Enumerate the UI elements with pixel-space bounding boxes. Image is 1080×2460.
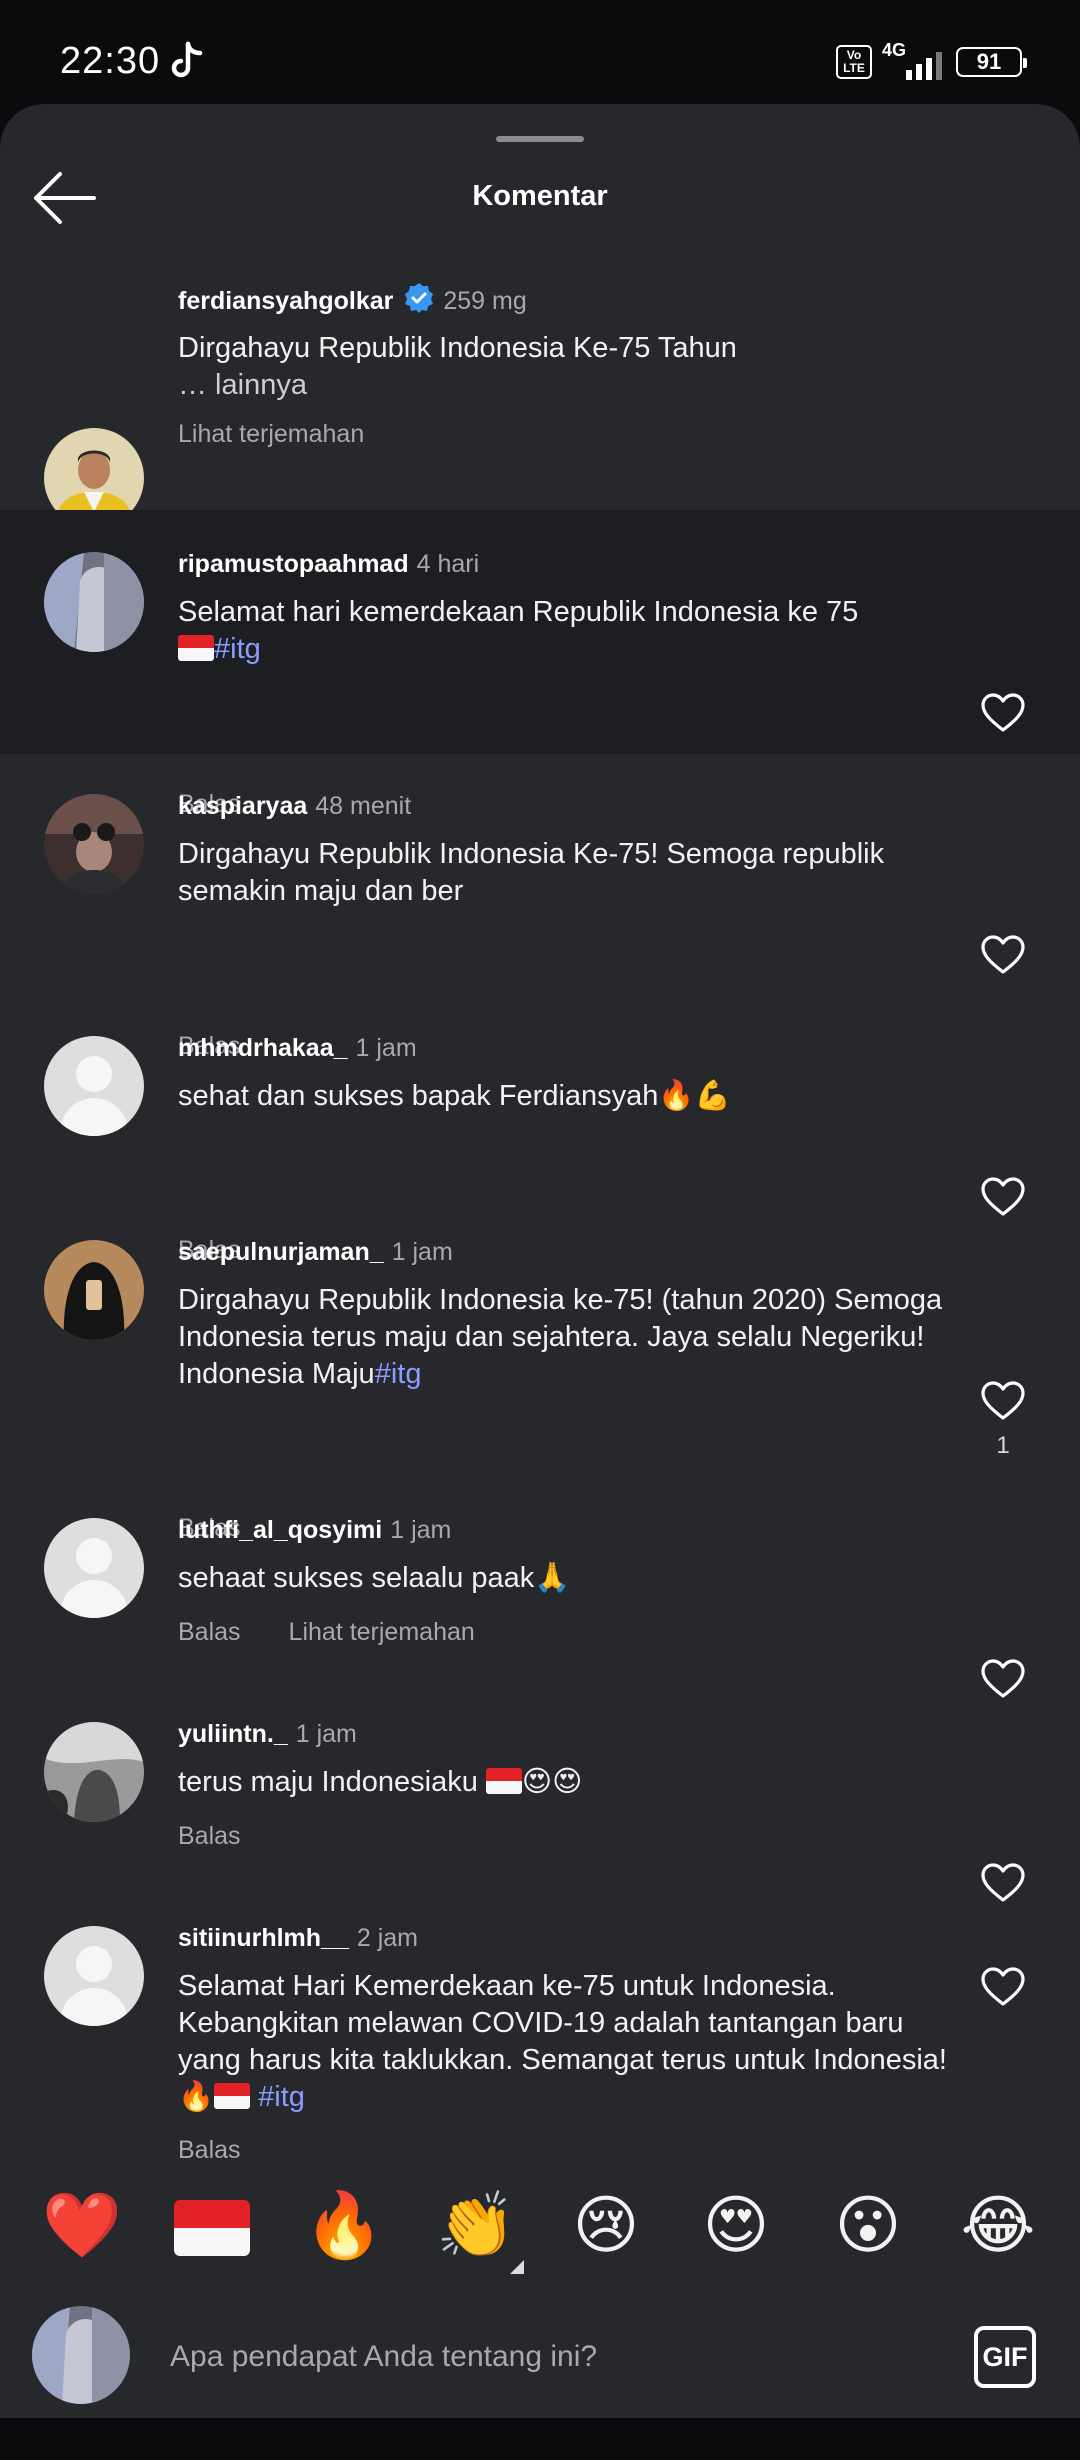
status-bar: 22:30 Vo LTE 4G 91 <box>0 0 1080 104</box>
hashtag-link[interactable]: #itg <box>375 1358 422 1390</box>
reaction-bar: ❤️ 🔥 👏 😢 😍 😮 😂 <box>0 2168 1080 2288</box>
avatar[interactable] <box>44 1926 144 2026</box>
reaction-fire[interactable]: 🔥 <box>300 2186 388 2266</box>
comment-input[interactable] <box>170 2332 930 2382</box>
username[interactable]: kaspiaryaa <box>178 792 307 820</box>
my-avatar <box>32 2306 130 2404</box>
input-bar: GIF <box>0 2288 1080 2418</box>
comment-body: Selamat hari kemerdekaan Republik Indone… <box>178 596 859 628</box>
status-icons: Vo LTE 4G 91 <box>836 40 1027 80</box>
translate-button[interactable]: Lihat terjemahan <box>289 1618 475 1646</box>
username[interactable]: luthfi_al_qosyimi <box>178 1516 382 1544</box>
timestamp: 1 jam <box>295 1720 357 1748</box>
reply-button[interactable]: Balas <box>178 1822 241 1851</box>
comment-text: Selamat Hari Kemerdekaan ke-75 untuk Ind… <box>178 1968 948 2116</box>
reaction-heart[interactable]: ❤️ <box>38 2186 126 2266</box>
comment-meta: yuliintn._ 1 jam <box>178 1720 357 1749</box>
comment-meta: kaspiaryaa 48 menit <box>178 792 411 821</box>
hashtag-link[interactable]: #itg <box>258 2081 305 2113</box>
signal-icon: 4G <box>882 40 946 80</box>
like-count[interactable]: 1 <box>980 1432 1026 1460</box>
drag-handle[interactable] <box>496 136 584 142</box>
reaction-indonesia-flag[interactable] <box>174 2200 250 2256</box>
timestamp: 48 menit <box>315 792 412 820</box>
comment-meta: saepulnurjaman_ 1 jam <box>178 1238 453 1267</box>
comment-meta: sitiinurhlmh__ 2 jam <box>178 1924 418 1953</box>
username[interactable]: yuliintn._ <box>178 1720 288 1748</box>
timestamp: 1 jam <box>391 1238 453 1266</box>
username[interactable]: saepulnurjaman_ <box>178 1238 384 1266</box>
username[interactable]: mhmdrhakaa_ <box>178 1034 348 1062</box>
comment-text: Dirgahayu Republik Indonesia ke-75! (tah… <box>178 1282 948 1393</box>
reply-button[interactable]: Balas <box>178 2136 241 2165</box>
comment-meta: mhmdrhakaa_ 1 jam <box>178 1034 417 1063</box>
status-time: 22:30 <box>60 40 161 82</box>
comment-body: Dirgahayu Republik Indonesia ke-75! (tah… <box>178 1284 943 1390</box>
heart-icon[interactable] <box>980 1658 1026 1700</box>
comment-actions: Balas Lihat terjemahan <box>178 1618 475 1647</box>
reaction-sad[interactable]: 😢 <box>562 2186 650 2266</box>
heart-icon[interactable] <box>980 1176 1026 1218</box>
more-link[interactable]: … lainnya <box>178 367 948 404</box>
caption-body: Dirgahayu Republik Indonesia Ke-75 Tahun <box>178 332 737 364</box>
comment-text: terus maju Indonesiaku 😍😍 <box>178 1764 948 1801</box>
timestamp: 2 jam <box>356 1924 419 1952</box>
comment-meta: ripamustopaahmad 4 hari <box>178 550 479 579</box>
caption-meta: ferdiansyahgolkar 259 mg <box>178 282 527 316</box>
avatar[interactable] <box>44 552 144 652</box>
comment-composer: ❤️ 🔥 👏 😢 😍 😮 😂 GIF <box>0 2168 1080 2460</box>
avatar[interactable] <box>44 1036 144 1136</box>
indonesia-flag-icon <box>178 635 214 661</box>
avatar[interactable] <box>44 794 144 894</box>
volte-icon: Vo LTE <box>836 45 872 79</box>
reaction-laugh[interactable]: 😂 <box>954 2186 1042 2266</box>
avatar[interactable] <box>44 1722 144 1822</box>
battery-icon: 91 <box>956 47 1027 77</box>
timestamp: 4 hari <box>416 550 480 578</box>
caption-translate[interactable]: Lihat terjemahan <box>178 420 364 449</box>
gif-button[interactable]: GIF <box>974 2326 1036 2388</box>
reply-button[interactable]: Balas <box>178 1618 241 1646</box>
timestamp: 1 jam <box>390 1516 452 1544</box>
caption-text: Dirgahayu Republik Indonesia Ke-75 Tahun… <box>178 330 948 404</box>
avatar[interactable] <box>44 1518 144 1618</box>
system-nav-bar <box>0 2418 1080 2460</box>
timestamp: 259 mg <box>443 287 527 315</box>
sheet-title: Komentar <box>472 180 608 212</box>
skin-tone-indicator-icon <box>510 2260 524 2274</box>
comments-sheet: Komentar ferdiansyahgolkar 259 mg Dirgaha… <box>0 104 1080 2460</box>
tiktok-icon <box>171 41 203 78</box>
reaction-heart-eyes[interactable]: 😍 <box>692 2186 780 2266</box>
comment-text: Selamat hari kemerdekaan Republik Indone… <box>178 594 948 668</box>
reaction-wow[interactable]: 😮 <box>824 2186 912 2266</box>
verified-badge-icon <box>405 283 434 313</box>
heart-icon[interactable] <box>980 1966 1026 2008</box>
timestamp: 1 jam <box>355 1034 417 1062</box>
heart-icon[interactable] <box>980 934 1026 976</box>
indonesia-flag-icon <box>485 1768 522 1794</box>
comment-text: sehaat sukses selaalu paak🙏 <box>178 1562 571 1594</box>
indonesia-flag-icon <box>214 2083 251 2109</box>
avatar[interactable] <box>44 1240 144 1340</box>
reaction-clap[interactable]: 👏 <box>432 2186 520 2266</box>
comment-meta: luthfi_al_qosyimi 1 jam <box>178 1516 451 1545</box>
battery-level: 91 <box>976 49 1002 74</box>
heart-icon[interactable] <box>980 692 1026 734</box>
hashtag-link[interactable]: #itg <box>214 633 261 665</box>
username[interactable]: ripamustopaahmad <box>178 550 409 578</box>
username[interactable]: ferdiansyahgolkar <box>178 287 393 315</box>
username[interactable]: sitiinurhlmh__ <box>178 1924 349 1952</box>
network-type: 4G <box>882 40 907 60</box>
comment-text: Dirgahayu Republik Indonesia Ke-75! Semo… <box>178 838 885 907</box>
comment-text: sehat dan sukses bapak Ferdiansyah🔥💪 <box>178 1080 731 1112</box>
emoji-text: 😍😍 <box>521 1766 583 1798</box>
heart-icon[interactable] <box>980 1862 1026 1904</box>
comment-body: terus maju Indonesiaku <box>178 1766 478 1798</box>
heart-icon[interactable] <box>980 1380 1026 1422</box>
